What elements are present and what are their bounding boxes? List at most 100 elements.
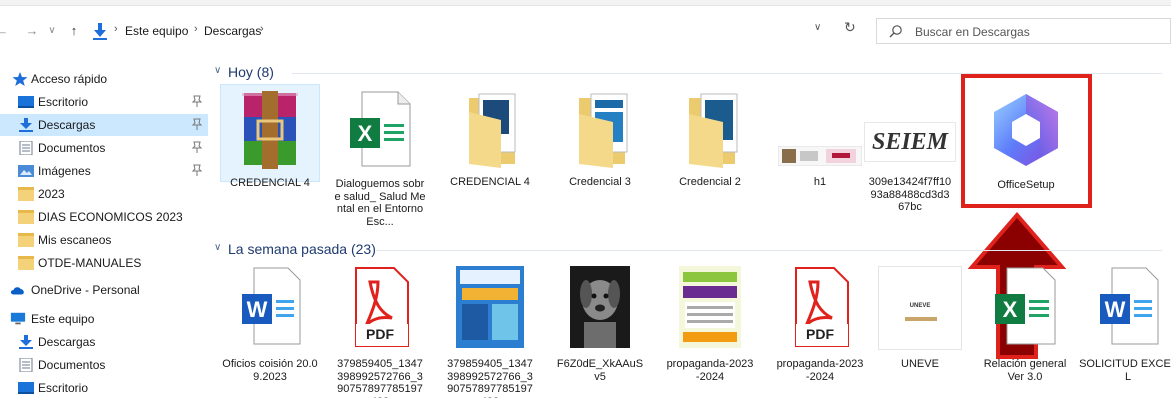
documents-icon — [19, 141, 33, 155]
file-tile[interactable]: 379859405_1347398992572766_3907578977851… — [440, 262, 540, 398]
folder-preview-icon — [469, 93, 516, 168]
file-name: propaganda-2023-2024 — [776, 358, 864, 383]
uneve-thumbnail-text: UNEVE — [909, 303, 931, 309]
pdf-thumbnail-text: PDF — [806, 326, 834, 342]
excel-file-icon: X — [350, 91, 411, 167]
file-tile[interactable]: F6Z0dE_XkAAuSv5 — [550, 262, 650, 398]
uneve-logo-strip — [905, 317, 937, 321]
sidebar-item-label: Documentos — [38, 141, 106, 155]
svg-text:X: X — [358, 121, 373, 146]
file-tile[interactable]: CREDENCIAL 4 — [440, 84, 540, 194]
group-divider — [376, 250, 1162, 251]
pdf-thumbnail-text: PDF — [366, 326, 394, 342]
forward-arrow-icon[interactable]: → — [24, 22, 40, 40]
file-tile[interactable]: PDF 379859405_1347398992572766_390757897… — [330, 262, 430, 398]
folder-icon — [18, 233, 34, 247]
sidebar-item-documentos-pc[interactable]: Documentos — [0, 354, 208, 376]
folder-preview-icon — [689, 93, 738, 168]
file-tile[interactable]: X Dialoguemos sobre salud_ Salud Mental … — [330, 84, 430, 234]
file-name: 309e13424f7ff1093a88488cd3d367bc — [868, 176, 952, 213]
file-tile[interactable]: W Oficios coisión 20.09.2023 — [220, 262, 320, 398]
downloads-icon — [19, 118, 33, 132]
file-tile[interactable]: UNEVE UNEVE — [870, 262, 970, 398]
poster-thumbnail-icon — [679, 266, 741, 348]
sidebar-item-label: Imágenes — [38, 164, 91, 178]
sidebar-item-label: Este equipo — [31, 312, 95, 326]
file-name: CREDENCIAL 4 — [230, 177, 310, 189]
breadcrumb-este-equipo[interactable]: Este equipo — [125, 24, 188, 38]
documents-icon — [19, 358, 33, 372]
breadcrumb-separator-icon: › — [114, 23, 118, 35]
file-tile[interactable]: propaganda-2023-2024 — [660, 262, 760, 398]
breadcrumb-separator-icon: › — [194, 23, 198, 35]
word-file-icon: W — [1100, 267, 1159, 345]
file-name: Credencial 2 — [679, 176, 741, 188]
pin-icon[interactable] — [191, 95, 203, 107]
address-history-chevron-icon[interactable]: ∨ — [814, 22, 821, 33]
folder-icon — [18, 187, 34, 201]
sidebar-item-acceso-rapido[interactable]: Acceso rápido — [0, 68, 208, 90]
sidebar-item-label: Acceso rápido — [31, 72, 108, 86]
file-tile[interactable]: PDF propaganda-2023-2024 — [770, 262, 870, 398]
refresh-icon[interactable]: ↻ — [844, 19, 856, 36]
pin-icon[interactable] — [191, 164, 203, 176]
sidebar-item-label: 2023 — [38, 187, 65, 201]
search-input[interactable]: Buscar en Descargas — [876, 18, 1171, 44]
back-arrow-icon[interactable]: ← — [0, 22, 10, 40]
image-thumbnail-icon: UNEVE — [878, 266, 962, 350]
onedrive-icon — [10, 287, 24, 295]
file-name: 379859405_1347398992572766_3907578977851… — [337, 358, 423, 398]
sidebar-item-label: DIAS ECONOMICOS 2023 — [38, 210, 183, 224]
file-name: Relación general Ver 3.0 — [983, 358, 1067, 383]
pin-icon[interactable] — [191, 141, 203, 153]
sidebar-item-descargas[interactable]: Descargas — [0, 114, 208, 136]
search-icon — [889, 25, 902, 38]
up-arrow-icon[interactable]: ↑ — [66, 22, 82, 40]
file-name: SOLICITUD EXCELL — [1079, 358, 1171, 383]
file-tile[interactable]: X Relación general Ver 3.0 — [975, 262, 1075, 398]
downloads-icon — [93, 23, 107, 40]
sidebar-item-label: OTDE-MANUALES — [38, 256, 142, 270]
breadcrumb-descargas[interactable]: Descargas — [204, 24, 261, 38]
downloads-icon — [19, 335, 33, 349]
sidebar-item-escritorio[interactable]: Escritorio — [0, 91, 208, 113]
collapse-chevron-icon[interactable]: ∨ — [214, 242, 221, 253]
sidebar-item-mis-escaneos[interactable]: Mis escaneos — [0, 229, 208, 251]
desktop-folder-icon — [18, 382, 34, 394]
svg-text:W: W — [247, 297, 268, 322]
pin-icon[interactable] — [191, 118, 203, 130]
sidebar-item-escritorio-pc[interactable]: Escritorio — [0, 377, 208, 398]
file-tile[interactable]: SEIEM 309e13424f7ff1093a88488cd3d367bc — [860, 84, 960, 234]
sidebar-item-label: Descargas — [38, 335, 96, 349]
sidebar-item-onedrive[interactable]: OneDrive - Personal — [0, 279, 208, 301]
file-name: Dialoguemos sobre salud_ Salud Mental en… — [334, 178, 426, 228]
file-name: CREDENCIAL 4 — [450, 176, 530, 188]
sidebar-item-dias-economicos[interactable]: DIAS ECONOMICOS 2023 — [0, 206, 208, 228]
file-tile[interactable]: h1 — [770, 84, 870, 194]
search-placeholder: Buscar en Descargas — [915, 25, 1030, 39]
svg-text:W: W — [1105, 297, 1126, 322]
sidebar-item-este-equipo[interactable]: Este equipo — [0, 308, 208, 330]
sidebar-item-documentos[interactable]: Documentos — [0, 137, 208, 159]
excel-file-icon: X — [995, 267, 1056, 345]
file-tile[interactable]: CREDENCIAL 4 — [220, 84, 320, 189]
group-header-semana-pasada[interactable]: ∨ La semana pasada (23) — [214, 240, 1171, 260]
file-name: Oficios coisión 20.09.2023 — [222, 358, 318, 383]
breadcrumb[interactable]: › Este equipo › Descargas › — [88, 18, 866, 44]
address-bar: ← → ∨ ↑ › Este equipo › Descargas › ∨ ↻ … — [0, 14, 1171, 48]
recent-locations-chevron-icon[interactable]: ∨ — [44, 22, 60, 40]
window-top-edge — [0, 0, 1171, 6]
word-file-icon: W — [242, 267, 301, 345]
sidebar-item-otde-manuales[interactable]: OTDE-MANUALES — [0, 252, 208, 274]
sidebar-item-imagenes[interactable]: Imágenes — [0, 160, 208, 182]
highlight-annotation-box — [961, 74, 1092, 208]
file-name: 379859405_1347398992572766_3907578977851… — [447, 358, 533, 398]
sidebar-item-descargas-pc[interactable]: Descargas — [0, 331, 208, 353]
file-tile[interactable]: Credencial 2 — [660, 84, 760, 194]
file-tile[interactable]: W SOLICITUD EXCELL — [1078, 262, 1171, 398]
file-tile[interactable]: Credencial 3 — [550, 84, 650, 194]
sidebar-item-2023[interactable]: 2023 — [0, 183, 208, 205]
collapse-chevron-icon[interactable]: ∨ — [214, 65, 221, 76]
group-header-label: La semana pasada (23) — [228, 241, 376, 257]
seiem-thumbnail-text: SEIEM — [871, 129, 949, 155]
